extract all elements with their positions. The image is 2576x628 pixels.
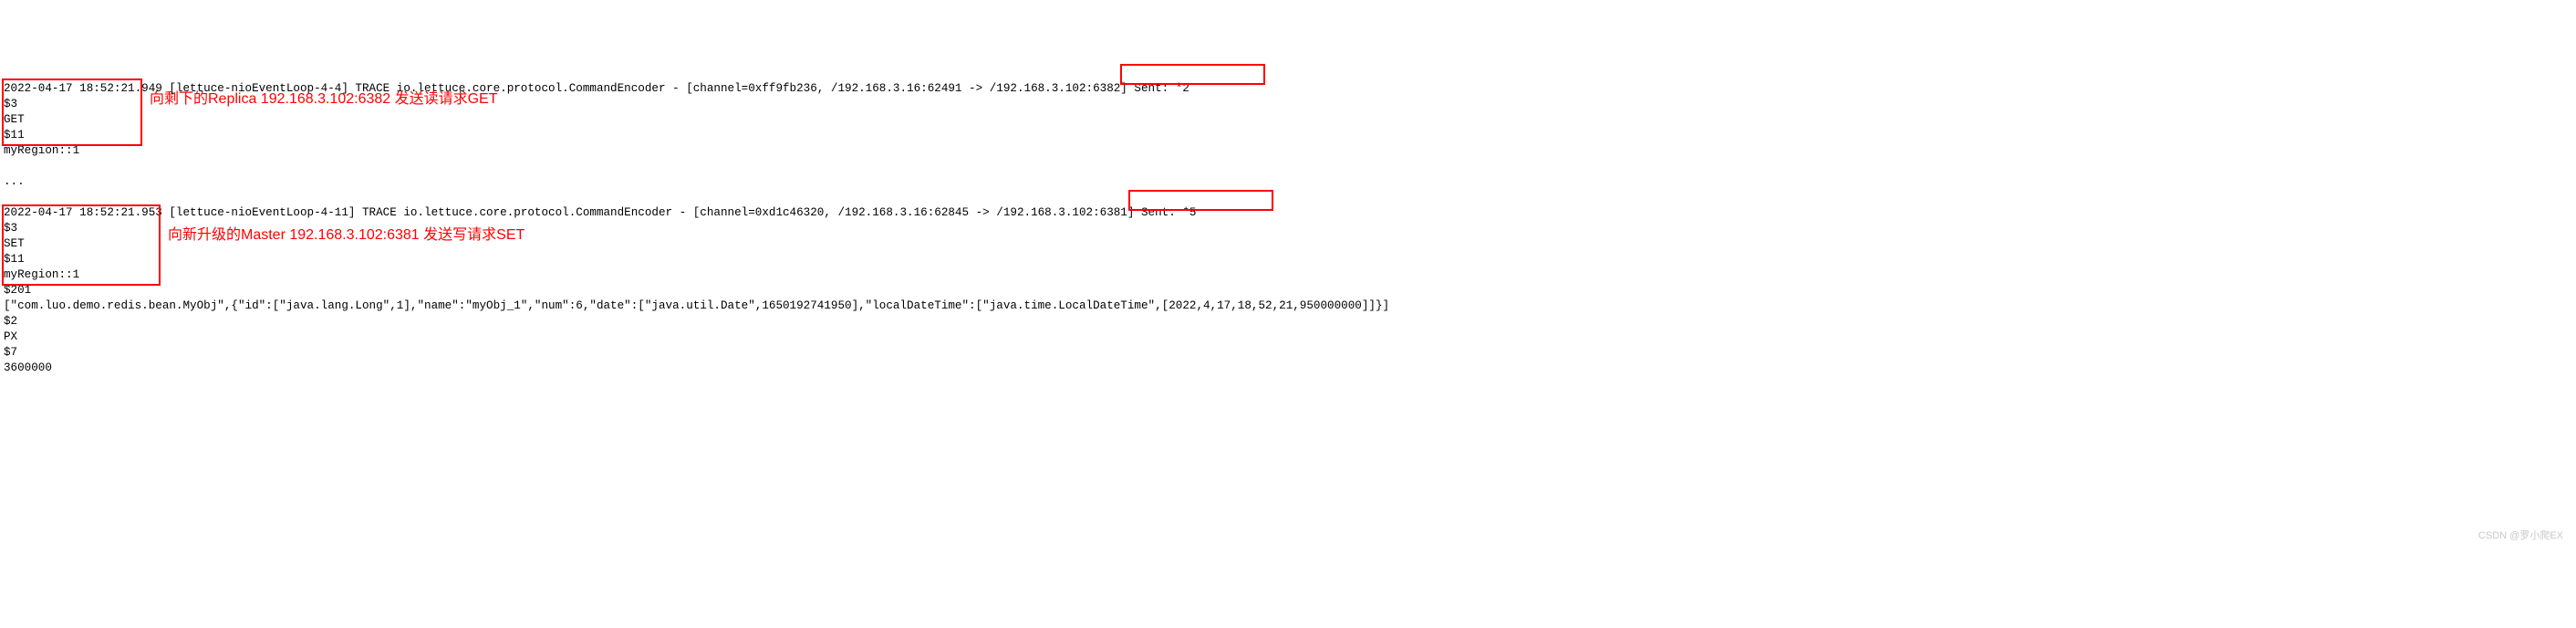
log2-line8: $2 [4, 315, 17, 328]
annotation-master-set: 向新升级的Master 192.168.3.102:6381 发送写请求SET [168, 225, 525, 246]
log2-line1: 2022-04-17 18:52:21.953 [lettuce-nioEven… [4, 206, 1196, 219]
log2-line10: $7 [4, 346, 17, 359]
log2-line6: $201 [4, 284, 31, 297]
log1-line2: $3 [4, 98, 17, 110]
log2-line2: $3 [4, 222, 17, 235]
separator: ... [4, 175, 25, 188]
log2-line3: SET [4, 237, 25, 250]
log1-line4: $11 [4, 129, 25, 141]
log2-line11: 3600000 [4, 361, 52, 374]
watermark: CSDN @罗小爬EX [2478, 529, 2563, 543]
log1-line5: myRegion::1 [4, 144, 79, 157]
log2-line7: ["com.luo.demo.redis.bean.MyObj",{"id":[… [4, 299, 1389, 312]
log2-line4: $11 [4, 253, 25, 266]
log2-line5: myRegion::1 [4, 268, 79, 281]
log1-line3: GET [4, 113, 25, 126]
log-container: 2022-04-17 18:52:21.949 [lettuce-nioEven… [4, 66, 2572, 547]
log1-line1: 2022-04-17 18:52:21.949 [lettuce-nioEven… [4, 82, 1189, 95]
log2-line9: PX [4, 330, 17, 343]
